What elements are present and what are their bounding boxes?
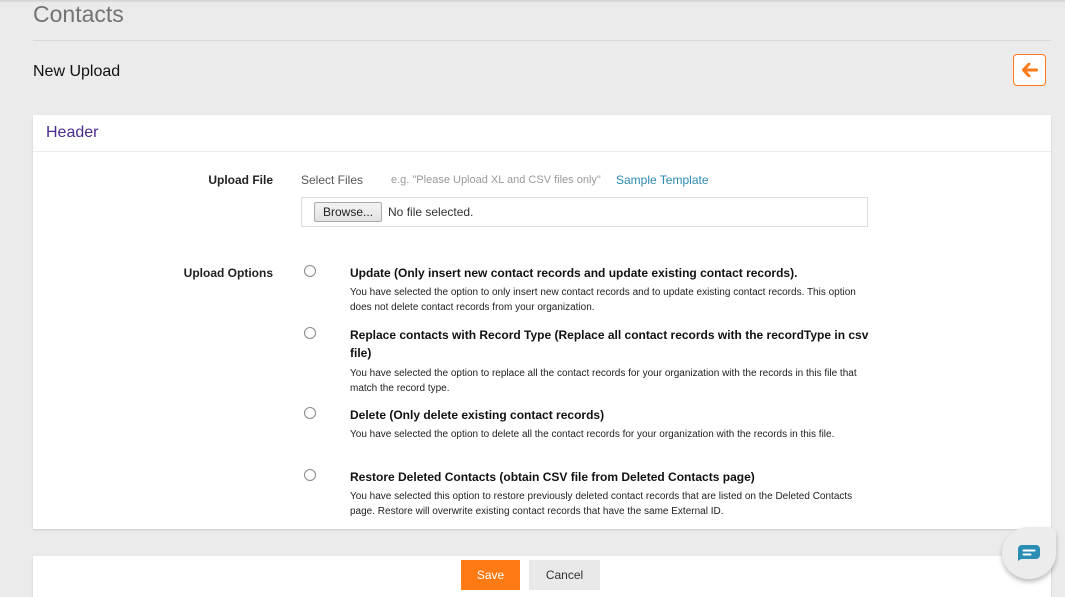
option-description: You have selected this option to restore… [350,491,853,517]
arrow-left-icon [1021,63,1038,77]
file-status: No file selected. [388,205,474,219]
option-title: Restore Deleted Contacts (obtain CSV fil… [350,470,755,484]
upload-form-card: Header Upload File Select Files e.g. "Pl… [33,115,1051,529]
top-shadow [0,0,1065,3]
option-title: Replace contacts with Record Type (Repla… [350,328,869,360]
card-header: Header [33,115,1051,152]
save-button[interactable]: Save [461,560,520,590]
upload-file-label: Upload File [208,173,273,187]
browse-button[interactable]: Browse... [314,202,383,222]
cancel-button[interactable]: Cancel [529,560,600,590]
radio-update[interactable] [304,265,316,277]
chat-icon [1018,545,1040,561]
back-button[interactable] [1013,54,1046,86]
option-title: Delete (Only delete existing contact rec… [350,408,605,422]
form-footer: Save Cancel [33,556,1051,597]
radio-restore[interactable] [304,469,316,481]
page-subtitle: New Upload [33,63,121,80]
radio-delete[interactable] [304,407,316,419]
option-description: You have selected the option to only ins… [350,287,856,313]
upload-options-label: Upload Options [183,266,273,280]
option-description: You have selected the option to replace … [350,368,857,394]
chat-widget-button[interactable] [1002,527,1056,579]
select-files-label: Select Files [301,173,364,187]
page-title: Contacts [33,1,124,27]
option-title: Update (Only insert new contact records … [350,266,798,280]
file-input[interactable]: Browse... No file selected. [301,197,868,227]
title-divider [33,40,1051,41]
file-type-hint: e.g. "Please Upload XL and CSV files onl… [391,174,601,186]
sample-template-link[interactable]: Sample Template [616,173,709,187]
option-description: You have selected the option to delete a… [350,429,835,440]
radio-replace[interactable] [304,327,316,339]
